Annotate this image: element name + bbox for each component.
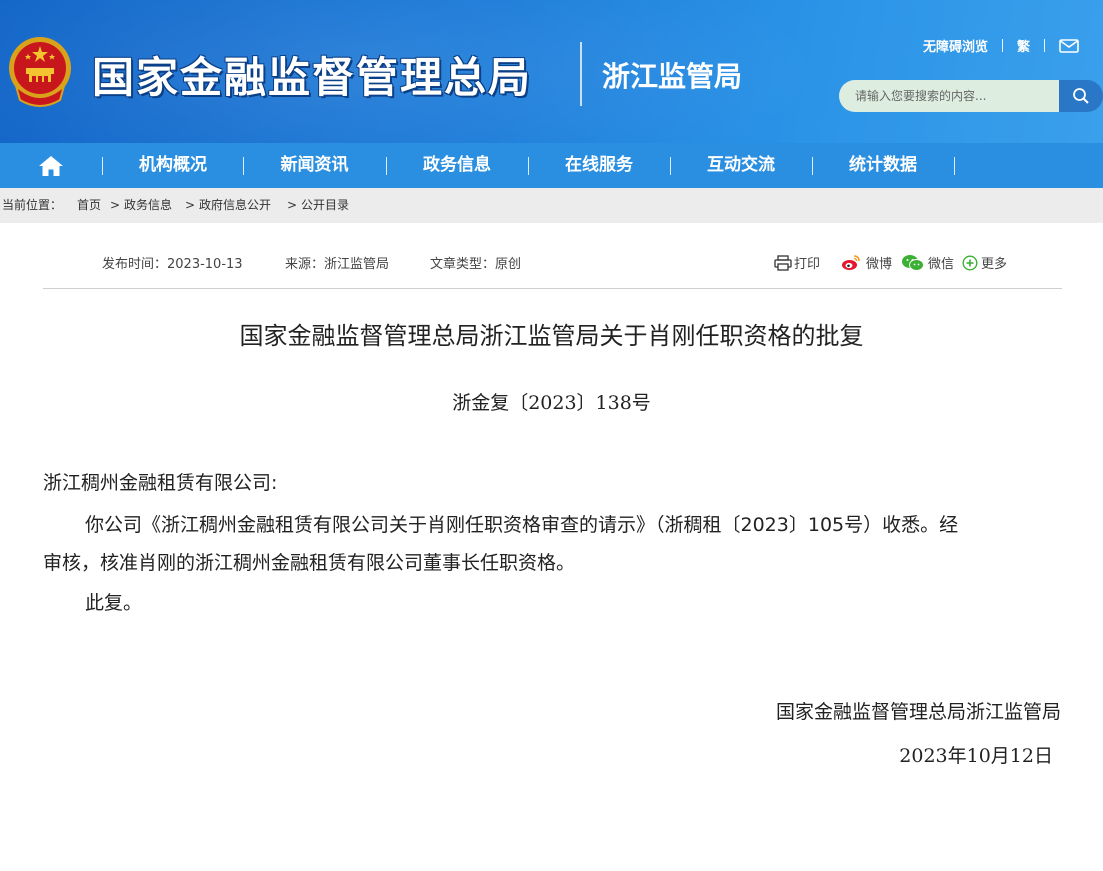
nav-divider — [386, 157, 387, 175]
breadcrumb-item-catalog[interactable]: 公开目录 — [301, 188, 349, 223]
breadcrumb-separator: > — [287, 198, 298, 212]
search-button[interactable] — [1059, 80, 1103, 112]
nav-item-news[interactable]: 新闻资讯 — [243, 143, 386, 188]
nav-divider — [954, 157, 955, 175]
accessibility-link[interactable]: 无障碍浏览 — [923, 36, 988, 55]
search-icon — [1073, 88, 1089, 104]
nav-item-interaction[interactable]: 互动交流 — [670, 143, 812, 188]
main-nav: 机构概况 新闻资讯 政务信息 在线服务 互动交流 统计数据 — [0, 143, 1103, 188]
weibo-icon — [842, 255, 860, 270]
breadcrumb: 当前位置： 首页 > 政务信息 > 政府信息公开 > 公开目录 — [0, 188, 1103, 223]
breadcrumb-separator: > — [185, 198, 196, 212]
breadcrumb-prefix: 当前位置： — [2, 198, 63, 212]
top-links: 无障碍浏览 繁 — [923, 36, 1079, 55]
document-number: 浙金复〔2023〕138号 — [452, 392, 651, 414]
print-button[interactable]: 打印 — [774, 253, 820, 272]
document-paragraph-line2: 审核，核准肖刚的浙江稠州金融租赁有限公司董事长任职资格。 — [43, 552, 576, 574]
traditional-chinese-link[interactable]: 繁 — [1017, 36, 1030, 55]
wechat-icon — [902, 254, 924, 271]
plus-circle-icon — [962, 254, 978, 271]
breadcrumb-item-disclosure[interactable]: 政府信息公开 — [199, 188, 271, 223]
print-icon — [774, 254, 792, 271]
site-header: 国家金融监督管理总局 浙江监管局 无障碍浏览 繁 — [0, 0, 1103, 143]
weibo-share-button[interactable]: 微博 — [841, 253, 892, 272]
search-box — [839, 80, 1060, 112]
document-signature: 国家金融监督管理总局浙江监管局 — [775, 701, 1061, 723]
national-emblem-icon[interactable] — [6, 34, 74, 108]
document-closing: 此复。 — [85, 592, 143, 614]
document-title: 国家金融监督管理总局浙江监管局关于肖刚任职资格的批复 — [239, 322, 864, 350]
home-icon[interactable] — [38, 154, 64, 178]
mail-icon[interactable] — [1059, 38, 1079, 53]
nav-divider — [102, 157, 103, 175]
print-label: 打印 — [794, 257, 821, 272]
more-label: 更多 — [981, 257, 1008, 272]
nav-item-about[interactable]: 机构概况 — [103, 143, 243, 188]
document-addressee: 浙江稠州金融租赁有限公司: — [43, 472, 278, 494]
weibo-label: 微博 — [866, 257, 893, 272]
breadcrumb-separator: > — [110, 198, 121, 212]
title-divider — [580, 42, 582, 106]
site-title[interactable]: 国家金融监督管理总局 — [92, 44, 532, 105]
wechat-share-button[interactable]: 微信 — [901, 253, 954, 272]
nav-item-statistics[interactable]: 统计数据 — [812, 143, 954, 188]
wechat-label: 微信 — [928, 257, 955, 272]
document-paragraph-line1: 你公司《浙江稠州金融租赁有限公司关于肖刚任职资格审查的请示》（浙稠租〔2023〕… — [85, 514, 959, 536]
article-type: 文章类型：原创 — [430, 257, 522, 272]
nav-item-online-services[interactable]: 在线服务 — [528, 143, 670, 188]
sub-title[interactable]: 浙江监管局 — [602, 55, 742, 95]
breadcrumb-item-government-info[interactable]: 政务信息 — [124, 188, 172, 223]
more-share-button[interactable]: 更多 — [962, 253, 1007, 272]
nav-divider — [670, 157, 671, 175]
divider — [1044, 39, 1045, 52]
nav-divider — [243, 157, 244, 175]
breadcrumb-item-home[interactable]: 首页 — [77, 188, 101, 223]
nav-item-government-info[interactable]: 政务信息 — [386, 143, 528, 188]
article-source: 来源：浙江监管局 — [285, 257, 390, 272]
nav-divider — [528, 157, 529, 175]
meta-divider — [43, 288, 1062, 289]
publish-time: 发布时间：2023-10-13 — [102, 257, 243, 272]
search-input[interactable] — [839, 80, 1060, 112]
document-date: 2023年10月12日 — [899, 745, 1053, 767]
divider — [1001, 39, 1003, 52]
nav-divider — [812, 157, 813, 175]
